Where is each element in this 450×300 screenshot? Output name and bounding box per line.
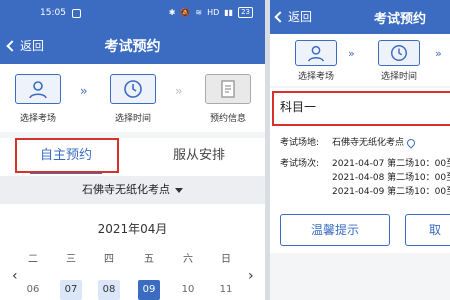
session-item: 2021-04-07 第二场10：00至 xyxy=(332,159,450,169)
calendar-day[interactable]: 08 xyxy=(98,280,120,300)
caret-down-icon xyxy=(175,187,183,193)
venue-selector[interactable]: 石佛寺无纸化考点 xyxy=(0,176,265,204)
nav-bar: 返回 考试预约 xyxy=(270,0,450,34)
highlight-box xyxy=(15,138,119,173)
step-arrow-icon: ›› xyxy=(348,47,355,60)
step-select-time[interactable]: 选择时间 xyxy=(103,74,163,124)
step-box xyxy=(15,74,61,104)
step-arrow-icon: ›› xyxy=(175,84,182,98)
tab-assigned[interactable]: 服从安排 xyxy=(133,138,265,174)
weekday-label: 五 xyxy=(144,254,154,265)
battery-icon: 23 xyxy=(238,7,253,18)
session-item: 2021-04-09 第二场10：00至 xyxy=(332,187,450,197)
tip-button[interactable]: 温馨提示 xyxy=(280,214,390,246)
calendar-day-selected[interactable]: 09 xyxy=(138,280,160,300)
nav-bar: 返回 考试预约 xyxy=(0,27,265,64)
step-arrow-icon: ›› xyxy=(80,84,87,98)
person-icon xyxy=(29,81,47,99)
step-label: 选择时间 xyxy=(114,114,151,124)
button-row: 温馨提示 取 xyxy=(270,203,450,253)
step-booking-info[interactable]: 预约信息 xyxy=(198,74,258,124)
calendar-day[interactable]: 07 xyxy=(60,280,82,300)
weekday-label: 六 xyxy=(183,254,193,265)
stage: 15:05 ✱ 🔕 ≋ HD ▮▮ 23 返回 考试预约 选择考场 ›› 选择时… xyxy=(0,0,450,300)
step-box xyxy=(295,40,337,66)
page-title: 考试预约 xyxy=(374,12,427,27)
cancel-button[interactable]: 取 xyxy=(405,214,450,246)
wifi-icon: ≋ xyxy=(195,8,203,17)
step-label: 选择考场 xyxy=(297,72,334,82)
tab-label: 服从安排 xyxy=(172,148,225,163)
status-bar: 15:05 ✱ 🔕 ≋ HD ▮▮ 23 xyxy=(0,0,265,27)
clock-icon xyxy=(124,80,142,98)
step-label: 选择时间 xyxy=(380,72,417,82)
step-box xyxy=(110,74,156,104)
weekday-label: 二 xyxy=(28,254,38,265)
venue-name: 石佛寺无纸化考点 xyxy=(332,138,405,148)
venue-value: 石佛寺无纸化考点 xyxy=(332,135,417,149)
weekday-label: 四 xyxy=(104,254,114,265)
page-title: 考试预约 xyxy=(104,39,161,55)
step-progress: 选择考场 ›› 选择时间 ›› xyxy=(270,34,450,86)
network-label: HD xyxy=(207,8,220,17)
status-icons: ✱ 🔕 ≋ HD ▮▮ 23 xyxy=(169,7,253,18)
step-select-venue[interactable]: 选择考场 xyxy=(8,74,68,124)
venue-name: 石佛寺无纸化考点 xyxy=(82,183,170,196)
notification-icon xyxy=(72,9,81,18)
calendar-day[interactable]: 10 xyxy=(177,280,199,300)
location-pin-icon[interactable] xyxy=(405,136,417,149)
weekday-label: 日 xyxy=(221,254,231,265)
highlight-box xyxy=(272,91,450,126)
step-select-time[interactable]: 选择时间 xyxy=(373,40,425,82)
booking-info: 考试场地: 石佛寺无纸化考点 考试场次: 2021-04-07 第二场10：00… xyxy=(270,128,450,203)
bluetooth-icon: ✱ xyxy=(168,8,176,17)
step-select-venue[interactable]: 选择考场 xyxy=(290,40,342,82)
step-box xyxy=(205,74,251,104)
prev-week-button[interactable]: ‹ xyxy=(12,268,18,284)
venue-label: 考试场地: xyxy=(280,138,320,148)
calendar-month: 2021年04月 xyxy=(97,222,168,236)
weekday-label: 三 xyxy=(66,254,76,265)
step-arrow-icon: ›› xyxy=(435,47,442,60)
bottom-area xyxy=(270,253,450,300)
step-progress: 选择考场 ›› 选择时间 ›› xyxy=(0,64,265,132)
step-label: 预约信息 xyxy=(209,114,246,124)
chevron-left-icon xyxy=(274,10,286,23)
status-time: 15:05 xyxy=(40,8,66,18)
clock-icon xyxy=(391,45,407,61)
step-box xyxy=(378,40,420,66)
back-label: 返回 xyxy=(288,10,313,24)
mute-icon: 🔕 xyxy=(180,8,191,17)
back-button[interactable]: 返回 xyxy=(274,8,313,25)
session-item: 2021-04-08 第二场10：00至 xyxy=(332,173,450,183)
calendar-day[interactable]: 06 xyxy=(22,280,44,300)
next-week-button[interactable]: › xyxy=(248,268,254,284)
document-icon xyxy=(221,80,235,98)
calendar: 2021年04月 二 三 四 五 六 日 ‹ › 06 07 08 09 10 … xyxy=(0,204,265,300)
signal-icon: ▮▮ xyxy=(224,8,234,17)
calendar-day[interactable]: 11 xyxy=(215,280,237,300)
step-label: 选择考场 xyxy=(19,114,56,124)
right-screen: 返回 考试预约 选择考场 ›› 选择时间 ›› 科目一 考试场地: 石佛寺无纸化… xyxy=(270,0,450,300)
left-screen: 15:05 ✱ 🔕 ≋ HD ▮▮ 23 返回 考试预约 选择考场 ›› 选择时… xyxy=(0,0,265,300)
session-label: 考试场次: xyxy=(280,159,320,169)
person-icon xyxy=(308,45,324,62)
